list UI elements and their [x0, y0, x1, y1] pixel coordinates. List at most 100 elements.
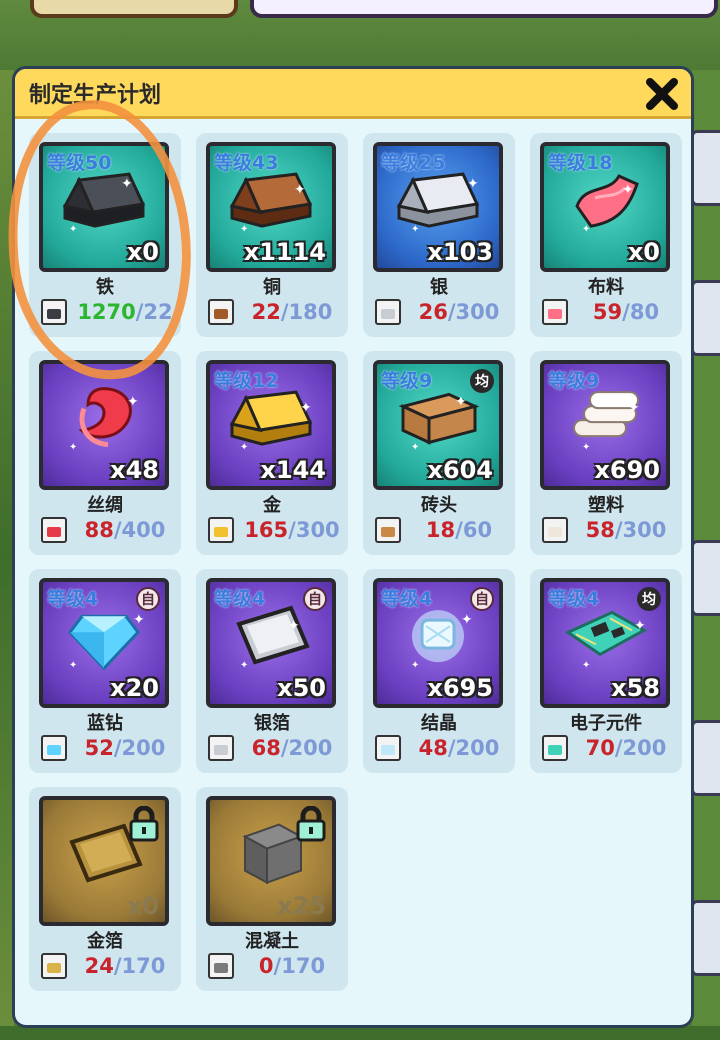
- material-card[interactable]: ✦ ✦ x48 丝绸 88/400: [29, 351, 181, 555]
- current-amount: 26: [418, 300, 448, 324]
- storage-icon: [208, 517, 234, 543]
- material-card[interactable]: x25 混凝土 0/170: [196, 787, 348, 991]
- level-label: 等级4: [548, 588, 600, 610]
- level-label: 等级43: [214, 152, 279, 174]
- material-card[interactable]: ✦ ✦ 等级4 自 x20 蓝钻 52/200: [29, 569, 181, 773]
- background-side-card: [691, 540, 720, 616]
- item-tile: ✦ ✦ 等级25 x103: [373, 142, 503, 272]
- level-label: 等级4: [47, 588, 99, 610]
- current-amount: 24: [84, 954, 114, 978]
- storage-quantity: 88/400: [73, 518, 177, 542]
- storage-quantity: 165/300: [240, 518, 344, 542]
- item-tile: x25: [206, 796, 336, 926]
- sparkle-icon: ✦: [582, 442, 591, 453]
- item-name: 丝绸: [87, 495, 123, 516]
- current-amount: 165: [244, 518, 289, 542]
- sparkle-icon: ✦: [461, 612, 473, 628]
- material-card[interactable]: x0 金箔 24/170: [29, 787, 181, 991]
- close-icon: [646, 78, 678, 110]
- background-top-bar-right: [250, 0, 718, 18]
- close-button[interactable]: [641, 73, 683, 115]
- sparkle-icon: ✦: [69, 660, 78, 671]
- item-name: 电子元件: [570, 713, 642, 734]
- material-card[interactable]: ✦ ✦ 等级9 x690 塑料 58/300: [530, 351, 682, 555]
- item-tile: ✦ ✦ x48: [39, 360, 169, 490]
- background-side-card: [691, 130, 720, 206]
- storage-quantity: 24/170: [73, 954, 177, 978]
- mode-badge: 自: [136, 587, 160, 611]
- item-name: 铁: [96, 277, 114, 298]
- storage-icon: [208, 735, 234, 761]
- storage-icon: [41, 299, 67, 325]
- material-card[interactable]: ✦ ✦ 等级50 x0 铁 1270/22: [29, 133, 181, 337]
- storage-icon: [375, 735, 401, 761]
- capacity: /300: [447, 300, 500, 324]
- dialog-header: 制定生产计划: [15, 69, 691, 119]
- item-name: 金: [263, 495, 281, 516]
- material-card[interactable]: ✦ ✦ 等级4 均 x58 电子元件 70/200: [530, 569, 682, 773]
- sparkle-icon: ✦: [300, 400, 312, 416]
- level-label: 等级18: [548, 152, 613, 174]
- material-card[interactable]: ✦ ✦ 等级12 x144 金 165/300: [196, 351, 348, 555]
- capacity: /300: [288, 518, 340, 542]
- owned-count: x20: [110, 674, 159, 702]
- owned-count: x1114: [243, 238, 326, 266]
- owned-count: x0: [627, 238, 660, 266]
- storage-quantity: 22/180: [240, 300, 344, 324]
- background-side-card: [691, 720, 720, 796]
- owned-count: x50: [277, 674, 326, 702]
- storage-icon: [41, 735, 67, 761]
- capacity: /200: [113, 736, 166, 760]
- sparkle-icon: ✦: [121, 176, 133, 192]
- level-label: 等级9: [381, 370, 433, 392]
- item-name: 银箔: [254, 713, 290, 734]
- storage-icon: [41, 517, 67, 543]
- item-name: 结晶: [421, 713, 457, 734]
- background-top-bar-left: [30, 0, 238, 18]
- item-tile: ✦ ✦ 等级4 均 x58: [540, 578, 670, 708]
- material-card[interactable]: ✦ ✦ 等级9 均 x604 砖头 18/60: [363, 351, 515, 555]
- storage-quantity: 18/60: [407, 518, 511, 542]
- storage-quantity: 26/300: [407, 300, 511, 324]
- item-name: 砖头: [421, 495, 457, 516]
- sparkle-icon: ✦: [411, 224, 420, 235]
- mode-badge: 自: [303, 587, 327, 611]
- item-name: 铜: [263, 277, 281, 298]
- current-amount: 70: [585, 736, 615, 760]
- material-card[interactable]: ✦ ✦ 等级25 x103 银 26/300: [363, 133, 515, 337]
- material-card[interactable]: ✦ ✦ 等级4 自 x50 银箔 68/200: [196, 569, 348, 773]
- item-tile: ✦ ✦ 等级4 自 x695: [373, 578, 503, 708]
- sparkle-icon: ✦: [69, 442, 78, 453]
- lock-icon: [296, 805, 326, 846]
- material-card[interactable]: ✦ ✦ 等级4 自 x695 结晶 48/200: [363, 569, 515, 773]
- capacity: /22: [135, 300, 173, 324]
- storage-quantity: 70/200: [574, 736, 678, 760]
- item-name: 混凝土: [245, 931, 299, 952]
- storage-quantity: 1270/22: [73, 300, 177, 324]
- owned-count: x48: [110, 456, 159, 484]
- material-card[interactable]: ✦ ✦ 等级43 x1114 铜 22/180: [196, 133, 348, 337]
- sparkle-icon: ✦: [240, 442, 249, 453]
- sparkle-icon: ✦: [455, 394, 467, 410]
- storage-quantity: 58/300: [574, 518, 678, 542]
- item-name: 塑料: [588, 495, 624, 516]
- capacity: /200: [614, 736, 667, 760]
- item-name: 金箔: [87, 931, 123, 952]
- sparkle-icon: ✦: [582, 224, 591, 235]
- level-label: 等级4: [381, 588, 433, 610]
- dialog-title: 制定生产计划: [29, 82, 162, 108]
- current-amount: 88: [84, 518, 114, 542]
- capacity: /200: [447, 736, 500, 760]
- material-card[interactable]: ✦ ✦ 等级18 x0 布料 59/80: [530, 133, 682, 337]
- item-name: 银: [430, 277, 448, 298]
- capacity: /180: [280, 300, 333, 324]
- storage-icon: [375, 299, 401, 325]
- capacity: /200: [280, 736, 333, 760]
- current-amount: 0: [258, 954, 274, 978]
- brick-icon: [393, 384, 483, 454]
- current-amount: 52: [84, 736, 114, 760]
- current-amount: 68: [251, 736, 281, 760]
- background-side-card: [691, 280, 720, 356]
- sparkle-icon: ✦: [411, 442, 420, 453]
- owned-count: x25: [277, 892, 326, 920]
